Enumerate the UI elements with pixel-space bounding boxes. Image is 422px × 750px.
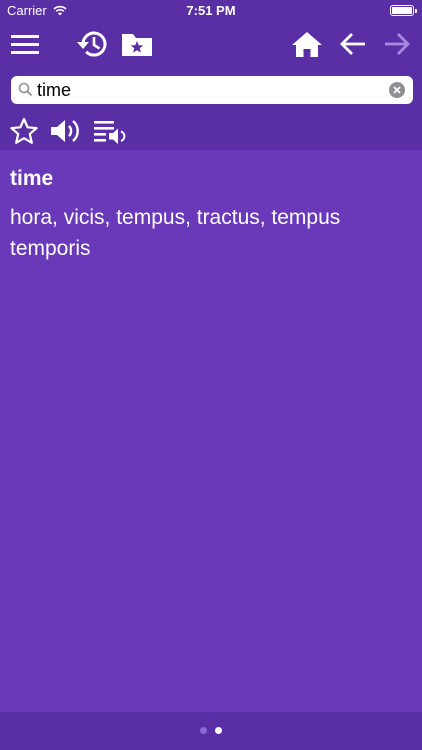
speaker-icon bbox=[51, 120, 79, 142]
page-dot[interactable] bbox=[200, 727, 207, 734]
favorites-folder-button[interactable] bbox=[119, 27, 155, 61]
clear-search-icon[interactable] bbox=[389, 82, 405, 98]
history-icon bbox=[77, 31, 107, 57]
bottom-bar bbox=[0, 712, 422, 750]
menu-icon bbox=[11, 35, 39, 54]
status-bar: Carrier 7:51 PM bbox=[0, 0, 422, 22]
search-icon bbox=[18, 82, 33, 97]
back-arrow-icon bbox=[340, 33, 365, 55]
search-bar bbox=[11, 76, 413, 104]
star-icon bbox=[10, 117, 38, 144]
playlist-audio-icon bbox=[94, 121, 126, 144]
home-icon bbox=[292, 32, 322, 57]
search-input[interactable] bbox=[37, 76, 382, 104]
home-button[interactable] bbox=[289, 27, 325, 61]
pronounce-button[interactable] bbox=[48, 116, 84, 146]
history-button[interactable] bbox=[74, 27, 110, 61]
favorites-folder-icon bbox=[122, 34, 152, 56]
page-dot-active[interactable] bbox=[215, 727, 222, 734]
entry-word: time bbox=[10, 167, 54, 190]
entry-translation: hora, vicis, tempus, tractus, tempus tem… bbox=[10, 206, 341, 260]
battery-icon bbox=[390, 5, 417, 16]
menu-button[interactable] bbox=[7, 27, 43, 61]
back-button[interactable] bbox=[335, 27, 371, 61]
favorite-button[interactable] bbox=[6, 116, 42, 146]
forward-button[interactable] bbox=[379, 27, 415, 61]
playlist-audio-button[interactable] bbox=[92, 116, 128, 146]
status-time: 7:51 PM bbox=[186, 3, 236, 18]
forward-arrow-icon bbox=[385, 33, 410, 55]
